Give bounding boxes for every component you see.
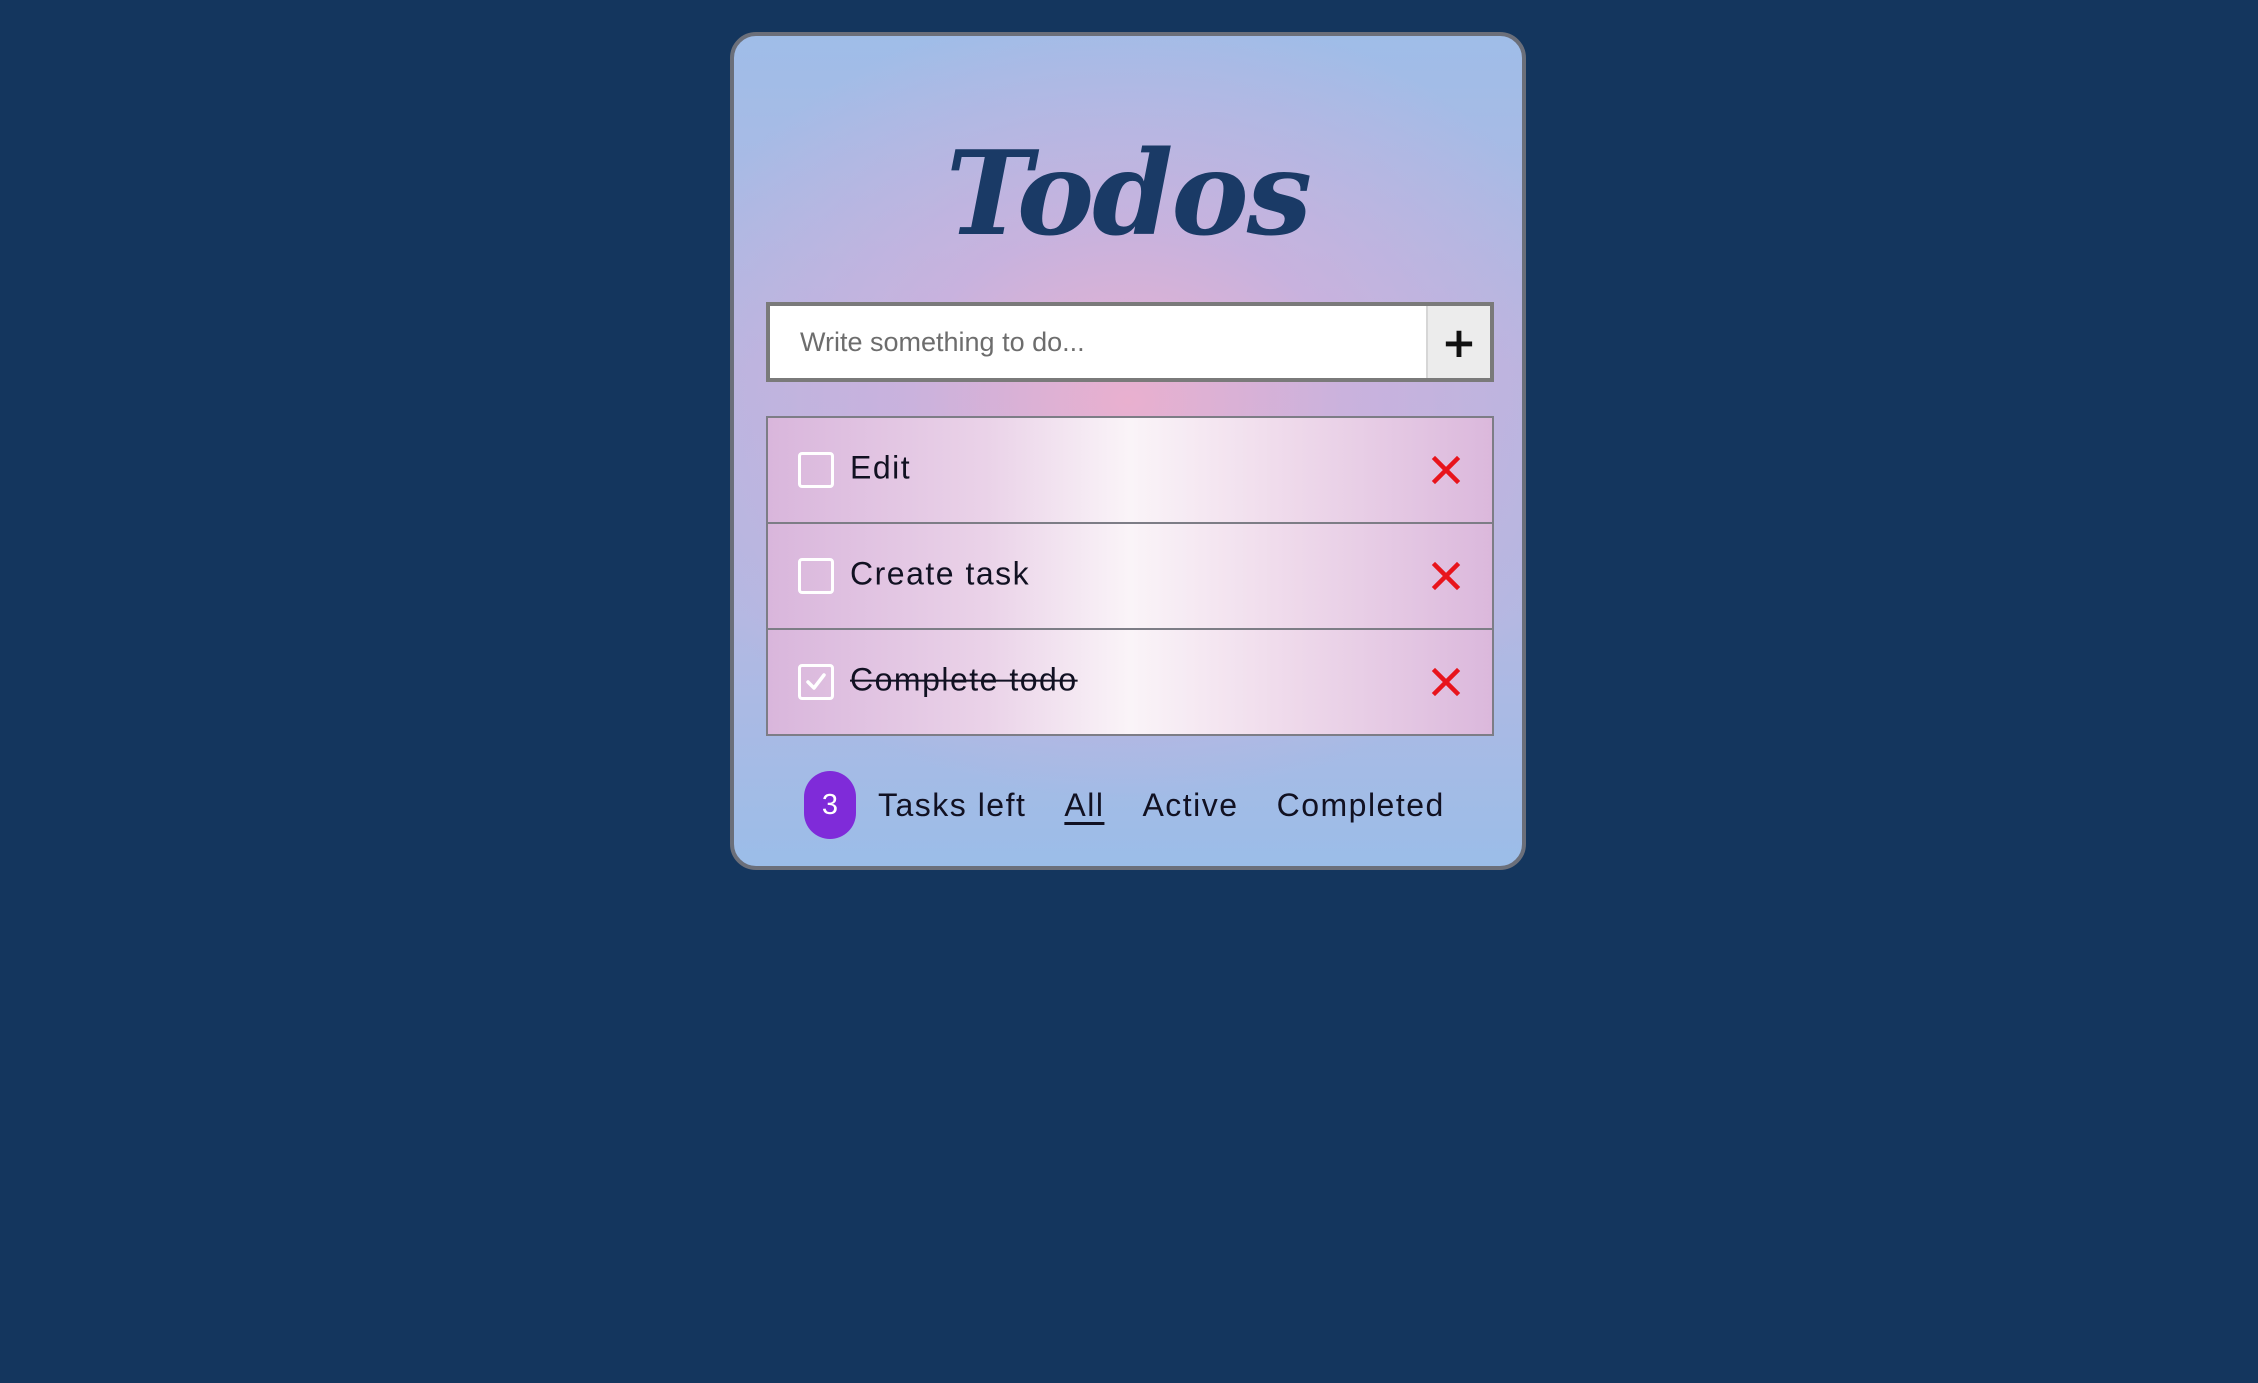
close-icon[interactable] [1430, 454, 1462, 486]
todo-item: Create task [768, 524, 1492, 630]
filter-active[interactable]: Active [1142, 787, 1238, 824]
todo-list: Edit Create task Complete todo [766, 416, 1494, 736]
close-icon[interactable] [1430, 560, 1462, 592]
filter-all[interactable]: All [1064, 787, 1104, 824]
todo-input[interactable] [770, 306, 1426, 378]
add-button[interactable]: + [1426, 306, 1490, 378]
todo-card: Todos + Edit Create task Complete todo [730, 32, 1526, 870]
add-todo-form: + [766, 302, 1494, 382]
app-title: Todos [945, 126, 1312, 262]
todo-item: Edit [768, 418, 1492, 524]
todo-footer: 3 Tasks left All Active Completed [804, 770, 1445, 840]
todo-checkbox[interactable] [798, 452, 834, 488]
todo-label: Create task [850, 555, 1031, 592]
todo-checkbox-checked[interactable] [798, 664, 834, 700]
checkmark-icon [806, 673, 826, 690]
tasks-count-badge: 3 [804, 771, 856, 839]
tasks-left-label: Tasks left [878, 786, 1027, 823]
todo-checkbox[interactable] [798, 558, 834, 594]
todo-label: Complete todo [850, 661, 1078, 698]
plus-icon: + [1441, 317, 1477, 367]
close-icon[interactable] [1430, 666, 1462, 698]
todo-label: Edit [850, 449, 912, 486]
todo-item: Complete todo [768, 630, 1492, 736]
filter-completed[interactable]: Completed [1277, 787, 1445, 824]
